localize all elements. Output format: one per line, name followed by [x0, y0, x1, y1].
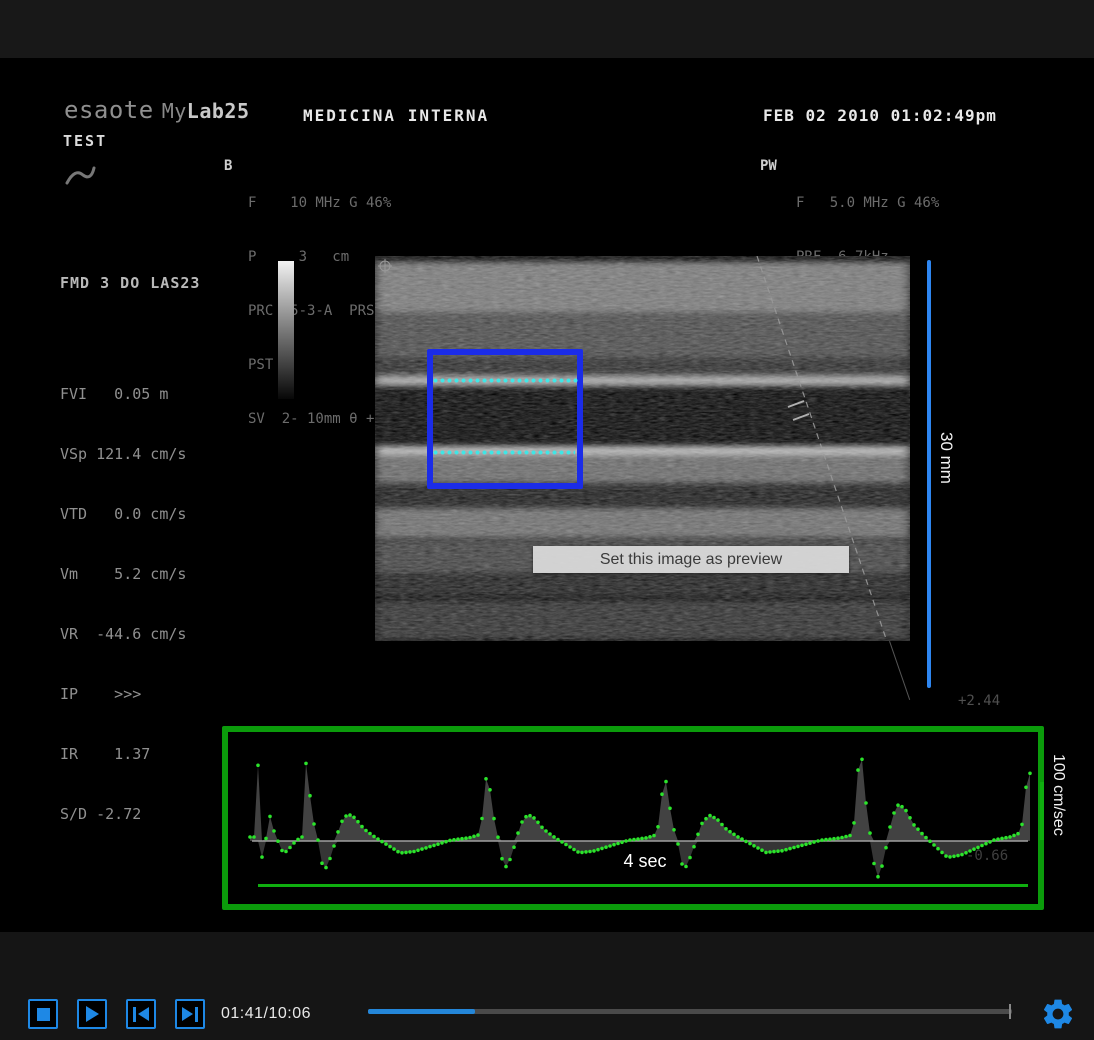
velocity-scale-label: 100 cm/sec [1049, 754, 1067, 836]
pw-param-line: F 5.0 MHz G 46% [796, 194, 939, 212]
ultrasound-frame: esaote MyLab25 MEDICINA INTERNA FEB 02 20… [0, 60, 1094, 932]
b-param-line: F 10 MHz G 46% [248, 194, 400, 212]
next-frame-button[interactable] [175, 999, 205, 1029]
time-scale-bar [258, 884, 1028, 887]
playback-bar [0, 932, 1094, 1040]
velocity-min-label: -0.66 [966, 848, 1008, 864]
velocity-max-label: +2.44 [958, 693, 1000, 709]
time-display: 01:41/10:06 [221, 1005, 311, 1023]
model-suffix: Lab25 [187, 99, 250, 123]
model-prefix: My [162, 99, 187, 123]
play-triangle-icon [86, 1006, 99, 1022]
measurement-line: Vm 5.2 cm/s [60, 564, 186, 584]
measurement-line: VR -44.6 cm/s [60, 624, 186, 644]
velocity-scale-bar [1040, 782, 1044, 840]
depth-scale-bar [927, 260, 931, 688]
probe-icon [64, 162, 96, 193]
measurement-line: VSp 121.4 cm/s [60, 444, 186, 464]
vendor-name: esaote [64, 96, 154, 124]
measurement-line: IR 1.37 [60, 744, 186, 764]
pw-beam-extension [889, 641, 910, 700]
patient-id: TEST [63, 132, 107, 150]
previous-frame-button[interactable] [126, 999, 156, 1029]
exam-type-label: MEDICINA INTERNA [303, 106, 489, 125]
imt-roi-box [427, 349, 583, 489]
depth-scale-label: 30 mm [936, 432, 956, 484]
exam-datetime: FEB 02 2010 01:02:49pm [763, 106, 997, 125]
settings-button[interactable] [1040, 996, 1076, 1032]
progress-fill [368, 1009, 475, 1014]
set-preview-button[interactable]: Set this image as preview [533, 546, 849, 573]
time-scale-label: 4 sec [575, 851, 715, 872]
play-button[interactable] [77, 999, 107, 1029]
step-back-icon [133, 1007, 136, 1022]
study-label: FMD 3 DO LAS23 [60, 274, 200, 292]
top-bar [0, 0, 1094, 60]
measurement-line: IP >>> [60, 684, 186, 704]
progress-bar[interactable] [368, 1009, 1012, 1014]
gear-icon [1040, 996, 1076, 1032]
stop-button[interactable] [28, 999, 58, 1029]
progress-end-tick [1009, 1004, 1011, 1019]
vendor-logo: esaote MyLab25 [64, 96, 250, 124]
measurement-panel: FVI 0.05 m VSp 121.4 cm/s VTD 0.0 cm/s V… [60, 344, 186, 864]
near-wall-trace [432, 378, 578, 383]
measurement-line: FVI 0.05 m [60, 384, 186, 404]
measurement-line: VTD 0.0 cm/s [60, 504, 186, 524]
step-forward-icon [182, 1007, 193, 1021]
measurement-line: S/D -2.72 [60, 804, 186, 824]
doppler-spectrum [232, 730, 1032, 902]
far-wall-trace [432, 450, 575, 455]
grayscale-bar [278, 261, 294, 399]
b-mode-label: B [224, 158, 232, 174]
stop-square-icon [37, 1008, 50, 1021]
pw-mode-label: PW [760, 158, 777, 174]
